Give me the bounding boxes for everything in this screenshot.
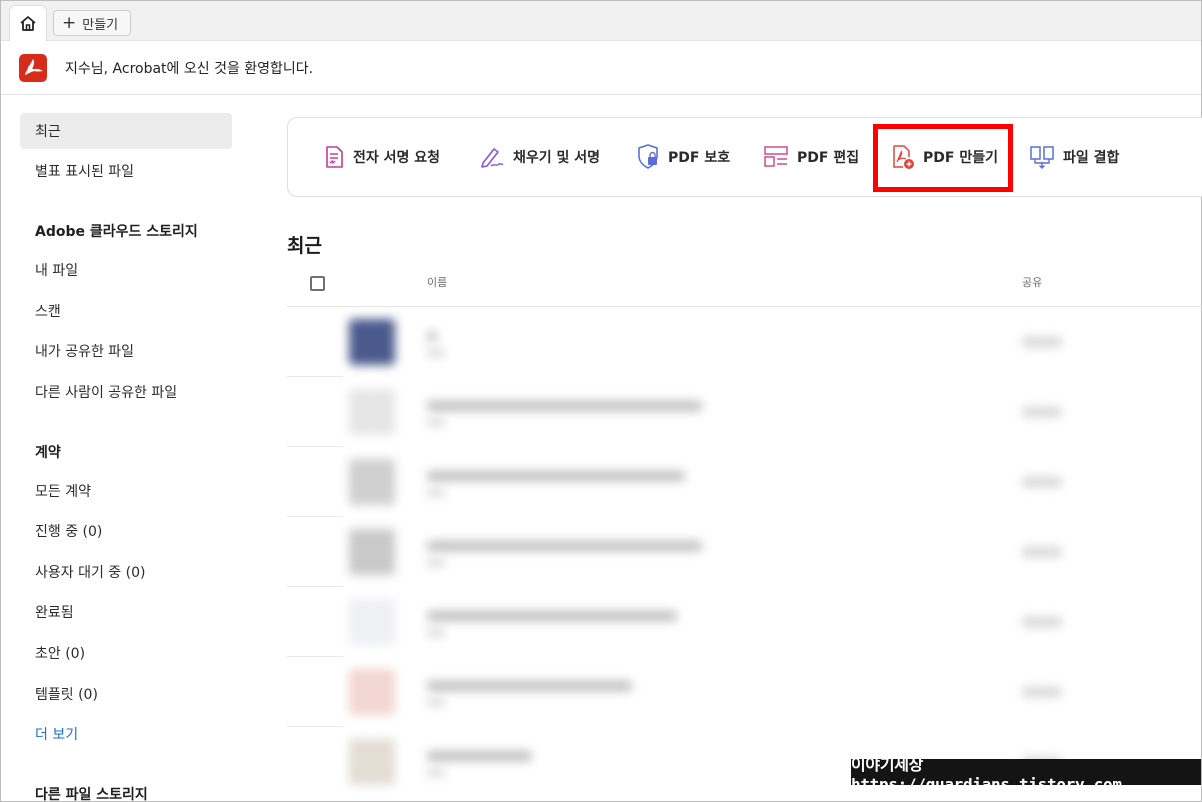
tool-label: 파일 결합 — [1063, 150, 1120, 166]
file-name-blurred — [427, 751, 532, 761]
create-tab[interactable]: + 만들기 — [53, 10, 131, 36]
tool-fill-sign[interactable]: 채우기 및 서명 — [479, 118, 600, 196]
list-header: 이름 공유 — [287, 263, 1202, 307]
sidebar-item-drafts[interactable]: 초안 (0) — [20, 635, 232, 671]
tool-label: PDF 보호 — [668, 150, 731, 166]
file-name-blurred — [427, 541, 702, 551]
create-tab-label: 만들기 — [82, 17, 119, 33]
file-name-blurred — [427, 611, 677, 621]
combine-files-icon — [1030, 146, 1054, 169]
recent-title: 최근 — [287, 235, 322, 257]
file-thumbnail — [349, 459, 395, 505]
sidebar-item-in-progress[interactable]: 진행 중 (0) — [20, 513, 232, 549]
file-thumbnail — [349, 669, 395, 715]
sidebar-heading-agreements: 계약 — [35, 445, 61, 461]
file-row[interactable] — [287, 377, 1202, 447]
select-all-checkbox[interactable] — [310, 276, 325, 291]
tool-label: 전자 서명 요청 — [353, 150, 441, 166]
sidebar-item-my-files[interactable]: 내 파일 — [20, 252, 232, 288]
sidebar-heading-other-storage: 다른 파일 스토리지 — [35, 787, 148, 802]
file-thumbnail — [349, 739, 395, 785]
sidebar-item-waiting[interactable]: 사용자 대기 중 (0) — [20, 554, 232, 590]
tool-label: PDF 편집 — [797, 150, 860, 166]
file-meta-blurred — [427, 559, 445, 566]
signature-request-icon — [326, 146, 343, 168]
edit-pdf-icon — [764, 146, 788, 167]
tool-combine-files[interactable]: 파일 결합 — [1029, 118, 1119, 196]
share-status-blurred — [1022, 337, 1062, 347]
file-meta-blurred — [427, 349, 445, 356]
sidebar-heading-cloud: Adobe 클라우드 스토리지 — [35, 224, 198, 240]
column-header-name[interactable]: 이름 — [427, 274, 447, 290]
file-meta-blurred — [427, 699, 445, 706]
file-name-blurred — [427, 331, 437, 341]
file-row[interactable] — [287, 517, 1202, 587]
fill-sign-icon — [481, 148, 504, 168]
home-tab[interactable] — [9, 5, 47, 41]
tab-bar: + 만들기 — [1, 1, 1201, 41]
tool-edit-pdf[interactable]: PDF 편집 — [763, 118, 859, 196]
share-status-blurred — [1022, 547, 1062, 557]
column-header-share[interactable]: 공유 — [1022, 274, 1042, 290]
file-row[interactable] — [287, 657, 1202, 727]
sidebar-item-all-agreements[interactable]: 모든 계약 — [20, 473, 232, 509]
file-meta-blurred — [427, 489, 445, 496]
file-meta-blurred — [427, 769, 445, 776]
sidebar-item-scans[interactable]: 스캔 — [20, 293, 232, 329]
highlight-box — [873, 124, 1013, 192]
sidebar: 최근 별표 표시된 파일 Adobe 클라우드 스토리지 내 파일 스캔 내가 … — [1, 95, 251, 802]
sidebar-item-templates[interactable]: 템플릿 (0) — [20, 676, 232, 712]
file-name-blurred — [427, 681, 632, 691]
quick-tools-bar: 전자 서명 요청 채우기 및 서명 PDF 보호 PDF 편집 PDF 만들기 … — [287, 117, 1202, 197]
file-thumbnail — [349, 389, 395, 435]
share-status-blurred — [1022, 687, 1062, 697]
sidebar-item-shared-by-me[interactable]: 내가 공유한 파일 — [20, 333, 232, 369]
file-row[interactable] — [287, 307, 1202, 377]
file-row[interactable] — [287, 587, 1202, 657]
file-name-blurred — [427, 471, 685, 481]
sidebar-item-starred[interactable]: 별표 표시된 파일 — [20, 153, 232, 189]
sidebar-item-shared-with-me[interactable]: 다른 사람이 공유한 파일 — [20, 374, 232, 410]
share-status-blurred — [1022, 617, 1062, 627]
file-thumbnail — [349, 319, 395, 365]
file-meta-blurred — [427, 419, 445, 426]
sidebar-item-recent[interactable]: 최근 — [20, 113, 232, 149]
file-thumbnail — [349, 529, 395, 575]
home-icon — [20, 15, 36, 31]
welcome-message: 지수님, Acrobat에 오신 것을 환영합니다. — [65, 60, 314, 77]
tool-request-signature[interactable]: 전자 서명 요청 — [323, 118, 440, 196]
plus-icon: + — [62, 12, 77, 33]
acrobat-logo — [19, 53, 47, 82]
file-meta-blurred — [427, 629, 445, 636]
file-name-blurred — [427, 401, 702, 411]
shield-lock-icon — [638, 144, 658, 169]
file-thumbnail — [349, 599, 395, 645]
share-status-blurred — [1022, 477, 1062, 487]
welcome-bar: 지수님, Acrobat에 오신 것을 환영합니다. — [1, 41, 1201, 95]
share-status-blurred — [1022, 407, 1062, 417]
tool-protect-pdf[interactable]: PDF 보호 — [636, 118, 730, 196]
sidebar-more-link[interactable]: 더 보기 — [20, 716, 232, 752]
sidebar-item-completed[interactable]: 완료됨 — [20, 594, 232, 630]
file-row[interactable] — [287, 447, 1202, 517]
tool-label: 채우기 및 서명 — [513, 150, 601, 166]
watermark: 이야기세상 https://guardians.tistory.com — [851, 755, 1201, 794]
